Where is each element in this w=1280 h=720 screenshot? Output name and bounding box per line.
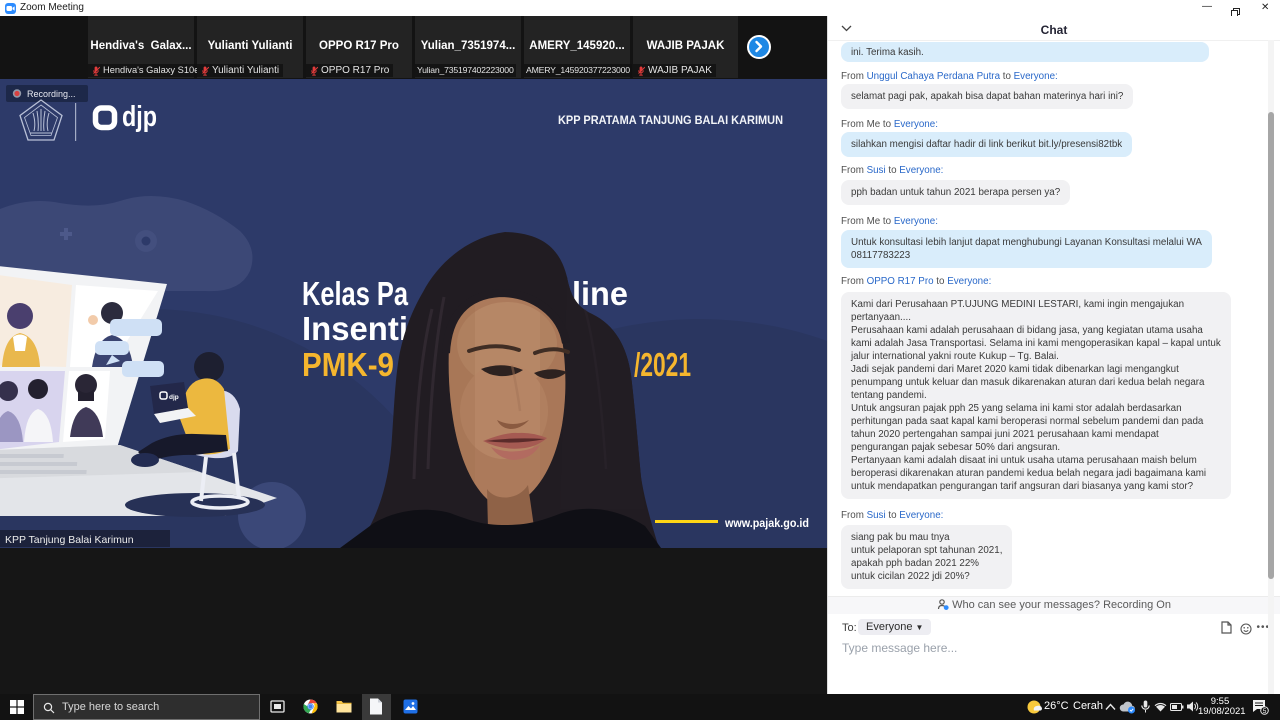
- svg-text:KPP Tanjung Balai Karimun: KPP Tanjung Balai Karimun: [5, 534, 134, 546]
- svg-text:PMK-9: PMK-9: [302, 346, 394, 383]
- svg-text:/2021: /2021: [634, 346, 691, 383]
- svg-text:5: 5: [1263, 708, 1267, 715]
- svg-text:www.pajak.go.id: www.pajak.go.id: [724, 518, 809, 530]
- svg-text:djp: djp: [169, 394, 179, 401]
- svg-text:djp: djp: [122, 101, 157, 133]
- svg-text:Kelas Pa: Kelas Pa: [302, 275, 408, 312]
- svg-text:Insenti: Insenti: [302, 310, 408, 347]
- svg-text:KPP PRATAMA TANJUNG BALAI KARI: KPP PRATAMA TANJUNG BALAI KARIMUN: [558, 113, 783, 127]
- svg-text:Recording...: Recording...: [27, 89, 76, 99]
